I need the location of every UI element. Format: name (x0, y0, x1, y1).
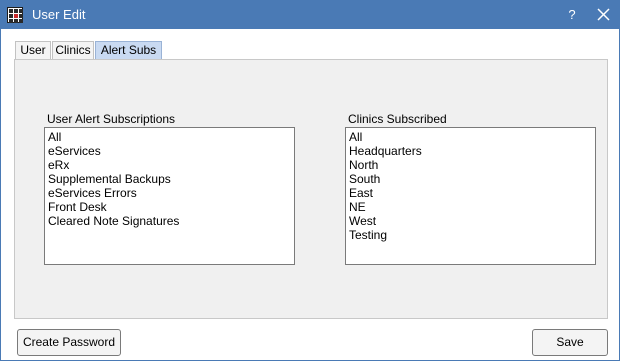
list-item[interactable]: eServices (48, 144, 291, 158)
list-item[interactable]: All (349, 130, 592, 144)
list-item[interactable]: East (349, 186, 592, 200)
list-item[interactable]: Cleared Note Signatures (48, 214, 291, 228)
list-item[interactable]: Headquarters (349, 144, 592, 158)
tab-clinics[interactable]: Clinics (52, 41, 94, 60)
title-bar[interactable]: User Edit ? (1, 1, 619, 29)
tab-alert-subs[interactable]: Alert Subs (95, 41, 162, 61)
close-icon (597, 8, 610, 21)
list-item[interactable]: eRx (48, 158, 291, 172)
save-button[interactable]: Save (532, 329, 608, 356)
list-item[interactable]: South (349, 172, 592, 186)
grid-app-icon (7, 7, 23, 23)
list-item[interactable]: North (349, 158, 592, 172)
list-item[interactable]: Front Desk (48, 200, 291, 214)
close-button[interactable] (591, 5, 615, 25)
list-item[interactable]: West (349, 214, 592, 228)
user-edit-window: User Edit ? User Clinics Alert Subs User… (0, 0, 620, 361)
tab-user[interactable]: User (15, 41, 51, 60)
create-password-button[interactable]: Create Password (17, 329, 121, 356)
list-item[interactable]: eServices Errors (48, 186, 291, 200)
clinics-subscribed-label: Clinics Subscribed (348, 112, 447, 126)
user-alert-subscriptions-label: User Alert Subscriptions (47, 112, 176, 126)
alert-subs-panel: User Alert Subscriptions All eServices e… (14, 59, 608, 319)
help-button[interactable]: ? (561, 5, 583, 25)
clinics-subscribed-list[interactable]: All Headquarters North South East NE Wes… (345, 127, 596, 265)
list-item[interactable]: All (48, 130, 291, 144)
user-alert-subscriptions-list[interactable]: All eServices eRx Supplemental Backups e… (44, 127, 295, 265)
list-item[interactable]: Supplemental Backups (48, 172, 291, 186)
list-item[interactable]: NE (349, 200, 592, 214)
list-item[interactable]: Testing (349, 228, 592, 242)
window-title: User Edit (32, 7, 86, 22)
